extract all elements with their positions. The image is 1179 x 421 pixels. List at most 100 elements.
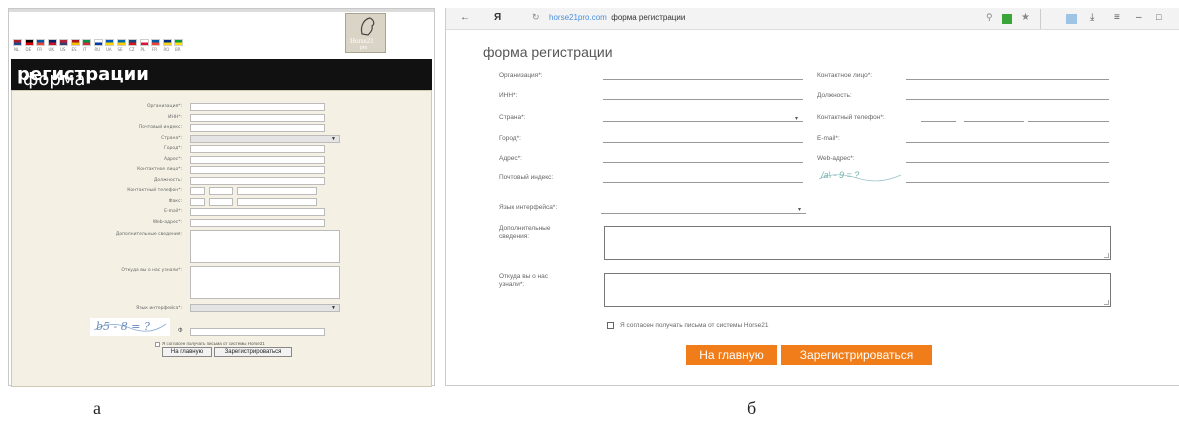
address-input[interactable] xyxy=(190,156,325,164)
flag-uk-icon[interactable] xyxy=(47,39,57,46)
email-input[interactable] xyxy=(906,142,1109,143)
caption-a: а xyxy=(93,398,101,418)
chevron-down-icon: ▼ xyxy=(331,305,336,311)
flag-code: ES xyxy=(71,47,77,52)
address-bar[interactable]: horse21pro.com форма регистрации xyxy=(549,13,685,22)
country-select[interactable] xyxy=(603,121,803,122)
contact-input[interactable] xyxy=(190,166,325,174)
consent-label: Я согласен получать письма от системы Ho… xyxy=(620,322,769,329)
captcha-image: /a\ - 9 = ? xyxy=(817,169,902,185)
registration-form-new: ← Я ↻ horse21pro.com форма регистрации ⚲… xyxy=(445,8,1179,386)
flag-ua-icon[interactable] xyxy=(105,39,114,46)
menu-icon[interactable]: ≡ xyxy=(1114,12,1120,23)
flag-br-icon[interactable] xyxy=(174,39,183,46)
phone-code-input[interactable] xyxy=(190,187,205,195)
source-textarea[interactable] xyxy=(604,273,1111,307)
browser-logo-icon[interactable]: Я xyxy=(494,12,501,23)
label-phone: Контактный телефон*: xyxy=(817,114,885,121)
registration-form-old: NL DE FR UK US ES IT RU UA SE CZ PL FR RO BR Horse21 p… xyxy=(8,8,435,387)
captcha-input[interactable] xyxy=(906,182,1109,183)
label-lang: Язык интерфейса*: xyxy=(136,306,182,311)
bottom-divider xyxy=(446,385,1179,386)
maximize-icon[interactable]: □ xyxy=(1156,12,1161,22)
consent-checkbox[interactable] xyxy=(155,342,160,347)
flag-de-icon[interactable] xyxy=(24,39,34,46)
phone-number-input[interactable] xyxy=(237,187,317,195)
fax-code-input[interactable] xyxy=(190,198,205,206)
web-input[interactable] xyxy=(190,219,325,227)
contact-input[interactable] xyxy=(906,79,1109,80)
zip-input[interactable] xyxy=(603,182,803,183)
consent-checkbox[interactable] xyxy=(607,322,614,329)
phone-number-input[interactable] xyxy=(1028,121,1109,122)
position-input[interactable] xyxy=(190,177,325,185)
flag-us-icon[interactable] xyxy=(59,39,68,46)
flag-code: SE xyxy=(117,47,123,52)
browser-toolbar: ← Я ↻ horse21pro.com форма регистрации ⚲… xyxy=(446,8,1179,30)
fax-area-input[interactable] xyxy=(209,198,233,206)
source-textarea[interactable] xyxy=(190,266,340,299)
flag-cz-icon[interactable] xyxy=(128,39,137,46)
language-select[interactable]: ▼ xyxy=(190,304,340,312)
resize-grip[interactable] xyxy=(1104,253,1109,258)
extra-textarea[interactable] xyxy=(190,230,340,263)
label-contact: Контактное лицо*: xyxy=(137,167,182,172)
home-button[interactable]: На главную xyxy=(162,347,212,357)
flag-nl-icon[interactable] xyxy=(13,39,22,46)
country-select[interactable]: ▼ xyxy=(190,135,340,143)
label-web: Web-адрес*: xyxy=(152,220,182,225)
label-inn: ИНН*: xyxy=(499,92,518,99)
phone-area-input[interactable] xyxy=(964,121,1024,122)
search-icon[interactable]: ⚲ xyxy=(986,12,993,23)
email-input[interactable] xyxy=(190,208,325,216)
extra-textarea[interactable] xyxy=(604,226,1111,260)
horse21-logo[interactable]: Horse21 pro xyxy=(345,13,386,53)
flag-pl-icon[interactable] xyxy=(139,39,149,46)
label-zip: Почтовый индекс: xyxy=(499,174,554,181)
label-org: Организация*: xyxy=(147,104,182,109)
org-input[interactable] xyxy=(190,103,325,111)
horse-head-icon xyxy=(360,17,375,36)
flag-code: UK xyxy=(48,47,55,52)
position-input[interactable] xyxy=(906,99,1109,100)
city-input[interactable] xyxy=(190,145,325,153)
flag-es-icon[interactable] xyxy=(70,39,80,46)
back-icon[interactable]: ← xyxy=(460,12,470,23)
consent-label: Я согласен получать письма от системы Ho… xyxy=(162,341,265,346)
label-org: Организация*: xyxy=(499,72,543,79)
flag-fr-icon[interactable] xyxy=(36,39,45,46)
city-input[interactable] xyxy=(603,142,803,143)
minimize-icon[interactable]: – xyxy=(1136,12,1142,23)
label-position: Должность: xyxy=(817,92,852,99)
org-input[interactable] xyxy=(603,79,803,80)
flag-se-icon[interactable] xyxy=(116,39,126,46)
resize-grip[interactable] xyxy=(1104,300,1109,305)
address-input[interactable] xyxy=(603,162,803,163)
label-inn: ИНН*: xyxy=(168,115,182,120)
extension-icon[interactable] xyxy=(1066,14,1077,24)
reload-icon[interactable]: ↻ xyxy=(532,12,540,23)
flag-it-icon[interactable] xyxy=(82,39,91,46)
page-title: форма регистрации xyxy=(17,64,149,90)
phone-code-input[interactable] xyxy=(921,121,956,122)
flag-ru-icon[interactable] xyxy=(93,39,103,46)
flag-code: US xyxy=(60,47,66,52)
download-icon[interactable]: ⤓ xyxy=(1090,12,1094,23)
inn-input[interactable] xyxy=(603,99,803,100)
register-button[interactable]: Зарегистрироваться xyxy=(214,347,292,357)
flag-code: UA xyxy=(106,47,112,52)
home-button[interactable]: На главную xyxy=(686,345,777,365)
web-input[interactable] xyxy=(906,162,1109,163)
star-icon[interactable]: ★ xyxy=(1021,12,1030,23)
captcha-input[interactable] xyxy=(190,328,325,336)
phone-area-input[interactable] xyxy=(209,187,233,195)
flag-fr-icon[interactable] xyxy=(151,39,160,46)
register-button[interactable]: Зарегистрироваться xyxy=(781,345,932,365)
flag-ro-icon[interactable] xyxy=(162,39,172,46)
lock-icon[interactable] xyxy=(1002,14,1012,24)
inn-input[interactable] xyxy=(190,114,325,122)
label-position: Должность: xyxy=(153,178,182,183)
zip-input[interactable] xyxy=(190,124,325,132)
fax-number-input[interactable] xyxy=(237,198,317,206)
language-select[interactable] xyxy=(601,213,806,214)
